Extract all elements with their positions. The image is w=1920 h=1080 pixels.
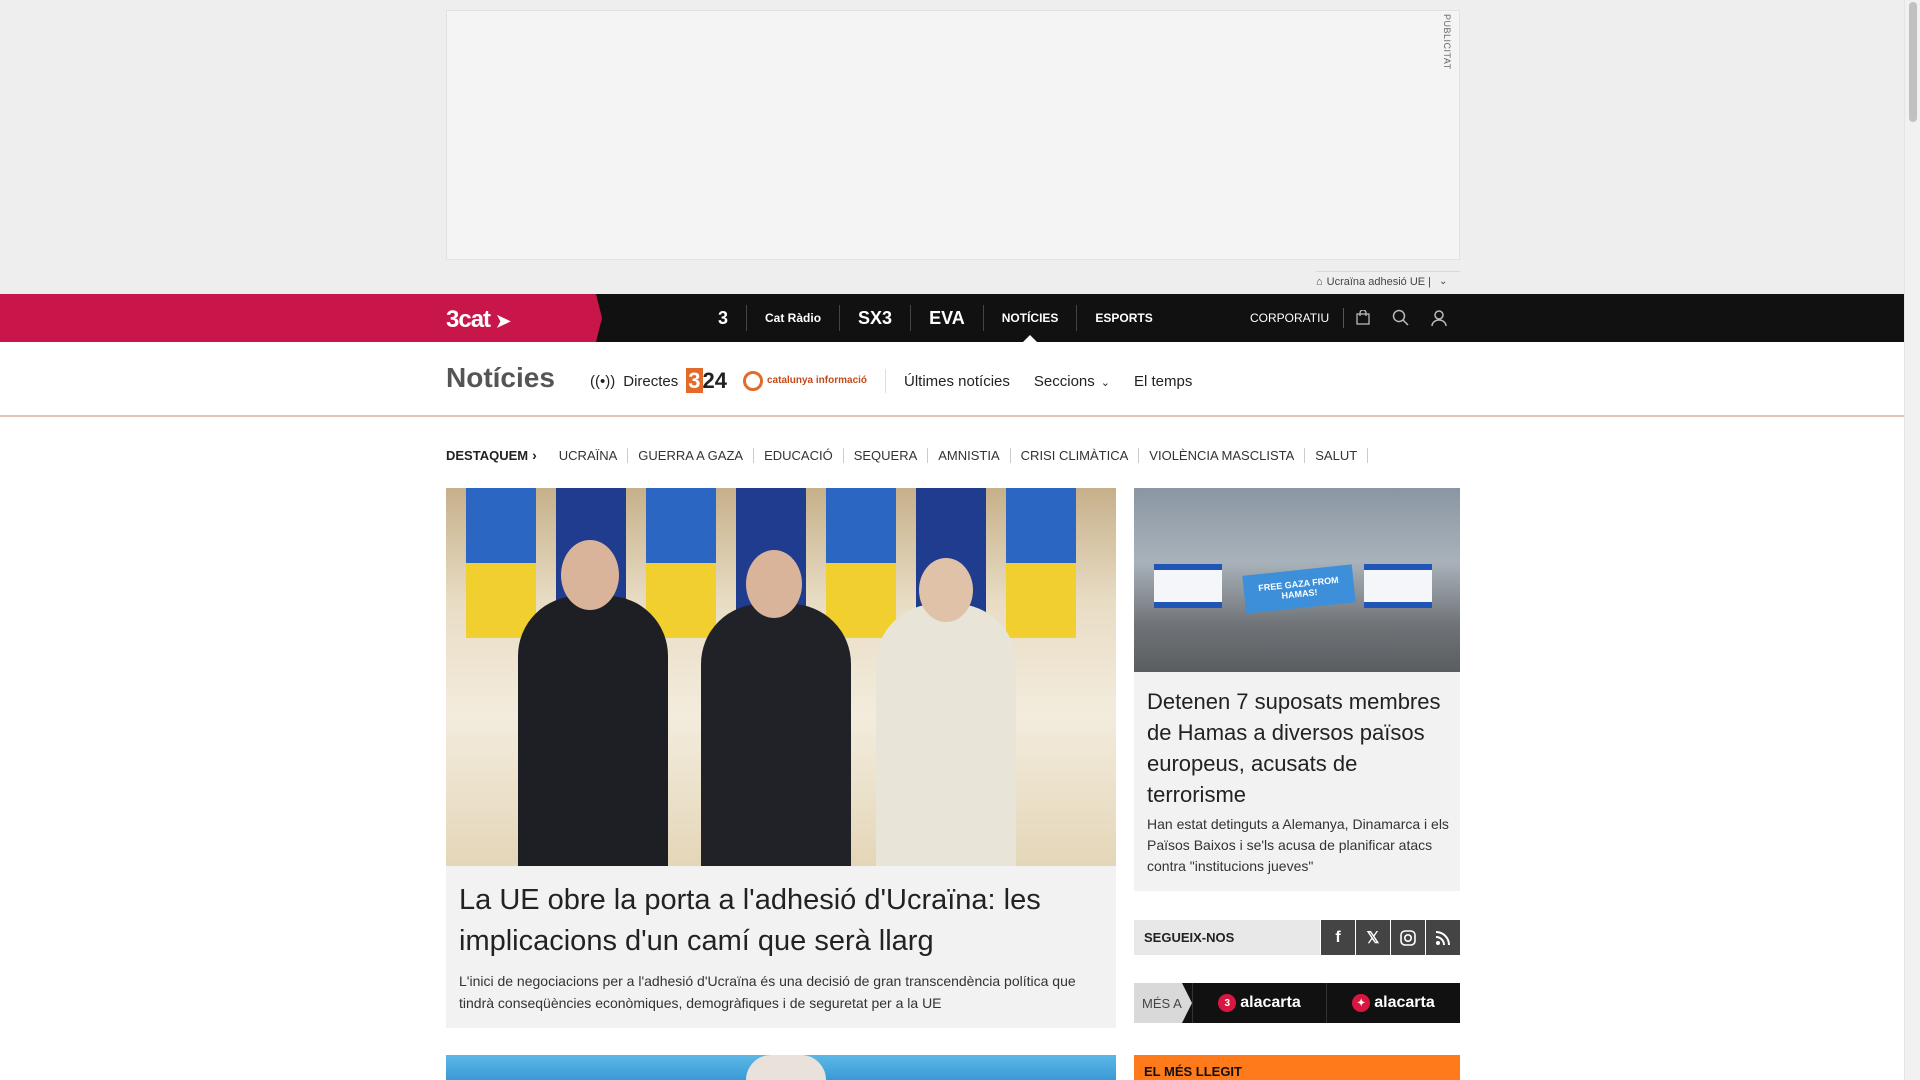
- user-icon[interactable]: [1420, 294, 1458, 342]
- x-icon[interactable]: 𝕏: [1356, 920, 1390, 955]
- channel-sx3[interactable]: SX3: [840, 305, 912, 331]
- main-article-image[interactable]: [446, 488, 1116, 866]
- channel-noticies[interactable]: NOTÍCIES: [984, 305, 1078, 331]
- logo-catalunya-informacio[interactable]: catalunya informació: [742, 369, 887, 393]
- protest-banner: FREE GAZA FROM HAMAS!: [1242, 564, 1356, 614]
- topic-violencia-masclista[interactable]: VIOLÈNCIA MASCLISTA: [1139, 447, 1306, 463]
- ad-label: PUBLICITAT: [1442, 14, 1452, 70]
- person-figure: [876, 604, 1016, 866]
- more-at-bar: MÉS A 3 alacarta ✦ alacarta: [1134, 983, 1460, 1023]
- topic-tag-label: Ucraïna adhesió UE |: [1326, 275, 1432, 288]
- topic-salut[interactable]: SALUT: [1305, 447, 1369, 463]
- brand-logo[interactable]: 3cat ➤: [446, 306, 511, 334]
- destaquem-title[interactable]: DESTAQUEM ›: [446, 447, 537, 463]
- side-article-card[interactable]: FREE GAZA FROM HAMAS! Detenen 7 suposats…: [1134, 488, 1460, 891]
- ultimes-noticies-link[interactable]: Últimes notícies: [904, 373, 1010, 390]
- person-head: [561, 540, 619, 610]
- person-head: [746, 550, 802, 618]
- page-title[interactable]: Notícies: [446, 362, 555, 394]
- side-article-image[interactable]: FREE GAZA FROM HAMAS!: [1134, 488, 1460, 672]
- instagram-icon[interactable]: [1391, 920, 1425, 955]
- ad-banner[interactable]: [446, 10, 1460, 260]
- ukraine-flag: [646, 488, 716, 638]
- tag-icon: ⌂: [1316, 275, 1323, 288]
- main-article-card[interactable]: La UE obre la porta a l'adhesió d'Ucraïn…: [446, 488, 1116, 1028]
- tv3-icon: 3: [1218, 994, 1237, 1012]
- main-article-title[interactable]: La UE obre la porta a l'adhesió d'Ucraïn…: [459, 880, 1099, 962]
- side-article-title[interactable]: Detenen 7 suposats membres de Hamas a di…: [1147, 686, 1447, 810]
- israel-flag: [1154, 564, 1222, 608]
- channel-esports[interactable]: ESPORTS: [1077, 305, 1170, 331]
- main-article-summary: L'inici de negociacions per a l'adhesió …: [459, 973, 1076, 1011]
- corporatiu-link[interactable]: CORPORATIU: [1250, 308, 1345, 328]
- top-right-tools: CORPORATIU: [1250, 294, 1458, 342]
- shopping-bag-icon[interactable]: [1344, 294, 1382, 342]
- live-icon: ((•)): [590, 372, 616, 390]
- topic-tag[interactable]: ⌂ Ucraïna adhesió UE | ⌄: [1316, 271, 1460, 289]
- channel-catradio[interactable]: Cat Ràdio: [747, 305, 841, 331]
- section-nav: ((•)) Directes 324 catalunya informació …: [590, 366, 1216, 396]
- advertisement-area: PUBLICITAT ⌂ Ucraïna adhesió UE | ⌄: [0, 0, 1904, 294]
- next-article-image[interactable]: [446, 1055, 1116, 1080]
- topic-guerra-gaza[interactable]: GUERRA A GAZA: [628, 447, 755, 463]
- logo-324[interactable]: 324: [686, 368, 727, 394]
- chevron-down-icon: ⌄: [1100, 376, 1110, 389]
- channel-nav: 3 Cat Ràdio SX3 EVA NOTÍCIES ESPORTS: [700, 294, 1171, 342]
- seccions-dropdown[interactable]: Seccions ⌄: [1034, 373, 1110, 390]
- channel-tv3[interactable]: 3: [700, 305, 748, 331]
- side-article-summary: Han estat detinguts a Alemanya, Dinamarc…: [1147, 816, 1449, 874]
- israel-flag: [1364, 564, 1432, 608]
- catalunya-informacio-icon: [742, 371, 763, 391]
- topic-sequera[interactable]: SEQUERA: [844, 447, 929, 463]
- facebook-icon[interactable]: f: [1321, 920, 1355, 955]
- featured-topics-bar: DESTAQUEM › UCRAÏNA GUERRA A GAZA EDUCACI…: [446, 446, 1369, 464]
- directes-link[interactable]: ((•)) Directes: [590, 373, 678, 390]
- channel-eva[interactable]: EVA: [911, 305, 984, 331]
- topic-crisi-climatica[interactable]: CRISI CLIMÀTICA: [1011, 447, 1140, 463]
- el-temps-link[interactable]: El temps: [1134, 373, 1192, 390]
- most-read-header: EL MÉS LLEGIT: [1134, 1055, 1460, 1080]
- directes-label: Directes: [623, 372, 679, 390]
- section-header: Notícies ((•)) Directes 324 catalunya in…: [0, 342, 1904, 417]
- person-figure: [518, 596, 668, 866]
- ukraine-flag: [466, 488, 536, 638]
- follow-us-label: SEGUEIX-NOS: [1134, 920, 1320, 955]
- topic-ucraina[interactable]: UCRAÏNA: [549, 447, 629, 463]
- topic-educacio[interactable]: EDUCACIÓ: [754, 447, 844, 463]
- topic-amnistia[interactable]: AMNISTIA: [928, 447, 1011, 463]
- ukraine-flag: [1006, 488, 1076, 638]
- catradio-icon: ✦: [1352, 994, 1371, 1012]
- chevron-down-icon[interactable]: ⌄: [1439, 276, 1447, 287]
- rss-icon[interactable]: [1426, 920, 1460, 955]
- tv3-alacarta-link[interactable]: 3 alacarta: [1192, 983, 1326, 1023]
- chevron-right-icon: ›: [532, 447, 537, 463]
- person-figure: [701, 604, 851, 866]
- brand-block: [0, 294, 602, 342]
- top-navigation: 3cat ➤ 3 Cat Ràdio SX3 EVA NOTÍCIES ESPO…: [0, 294, 1904, 342]
- follow-us-bar: SEGUEIX-NOS f 𝕏: [1134, 920, 1460, 955]
- search-icon[interactable]: [1382, 294, 1420, 342]
- more-at-label: MÉS A: [1134, 983, 1192, 1023]
- scrollbar-thumb[interactable]: [1909, 2, 1917, 122]
- person-head: [919, 558, 973, 622]
- catradio-alacarta-link[interactable]: ✦ alacarta: [1326, 983, 1460, 1023]
- page-scrollbar[interactable]: [1904, 0, 1920, 1080]
- ukraine-flag: [826, 488, 896, 638]
